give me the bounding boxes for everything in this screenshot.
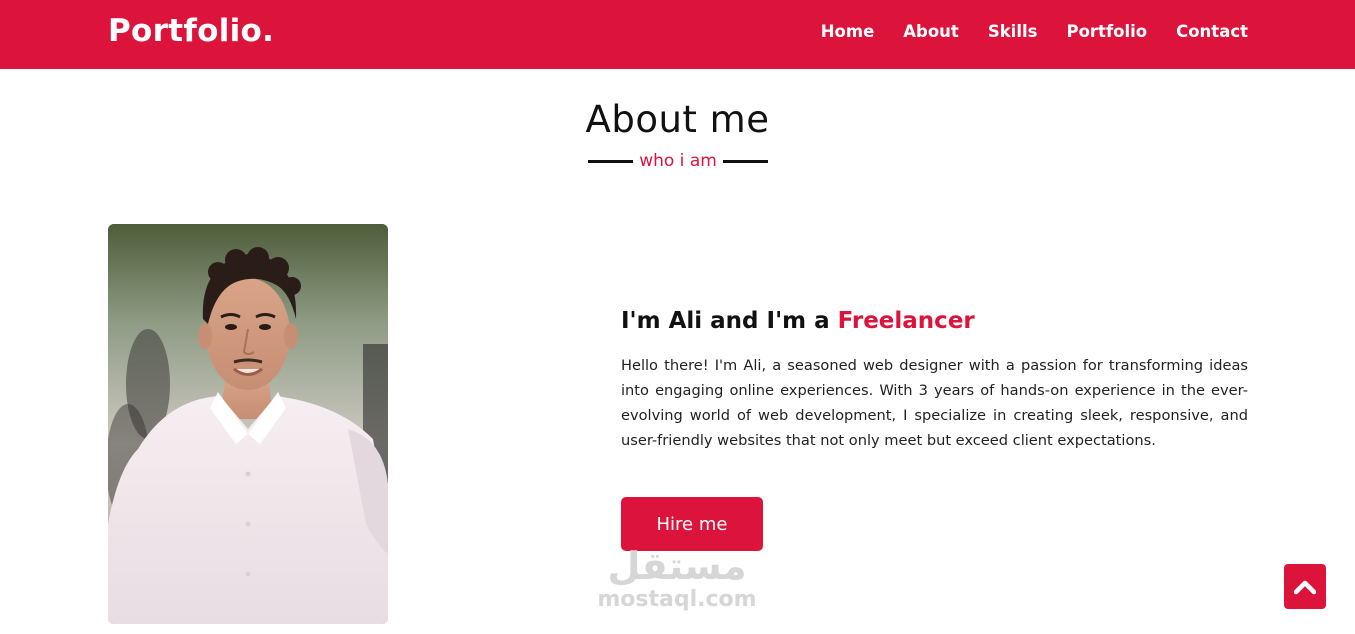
- nav-link-contact[interactable]: Contact: [1176, 22, 1248, 41]
- section-title: About me: [585, 98, 770, 141]
- hire-me-button[interactable]: Hire me: [621, 497, 763, 551]
- subtitle-line-right: [722, 159, 768, 163]
- about-heading: I'm Ali and I'm a Freelancer: [621, 308, 975, 334]
- watermark-latin: mostaql.com: [597, 587, 757, 612]
- navbar: Portfolio. Home About Skills Portfolio C…: [0, 0, 1355, 69]
- nav-link-skills[interactable]: Skills: [988, 22, 1038, 41]
- logo[interactable]: Portfolio.: [108, 13, 274, 49]
- nav-item-home: Home: [821, 22, 875, 41]
- nav-link-portfolio[interactable]: Portfolio: [1066, 22, 1147, 41]
- section-subtitle: who i am: [639, 151, 717, 171]
- section-subtitle-row: who i am: [588, 148, 768, 174]
- nav-link-home[interactable]: Home: [821, 22, 875, 41]
- about-heading-prefix: I'm Ali and I'm a: [621, 308, 838, 334]
- nav-item-portfolio: Portfolio: [1066, 22, 1147, 41]
- nav-item-about: About: [903, 22, 959, 41]
- nav-menu: Home About Skills Portfolio Contact: [821, 22, 1248, 41]
- watermark-arabic: مستقل: [607, 544, 747, 588]
- nav-item-skills: Skills: [988, 22, 1038, 41]
- about-description: Hello there! I'm Ali, a seasoned web des…: [621, 357, 1248, 449]
- profile-photo: [108, 224, 388, 624]
- watermark: مستقل mostaql.com: [592, 545, 762, 613]
- about-heading-role: Freelancer: [837, 308, 975, 334]
- chevron-up-icon: [1294, 580, 1316, 594]
- scroll-top-button[interactable]: [1284, 564, 1326, 609]
- nav-link-about[interactable]: About: [903, 22, 959, 41]
- subtitle-line-left: [588, 159, 634, 163]
- profile-photo-illustration: [108, 224, 388, 624]
- nav-item-contact: Contact: [1176, 22, 1248, 41]
